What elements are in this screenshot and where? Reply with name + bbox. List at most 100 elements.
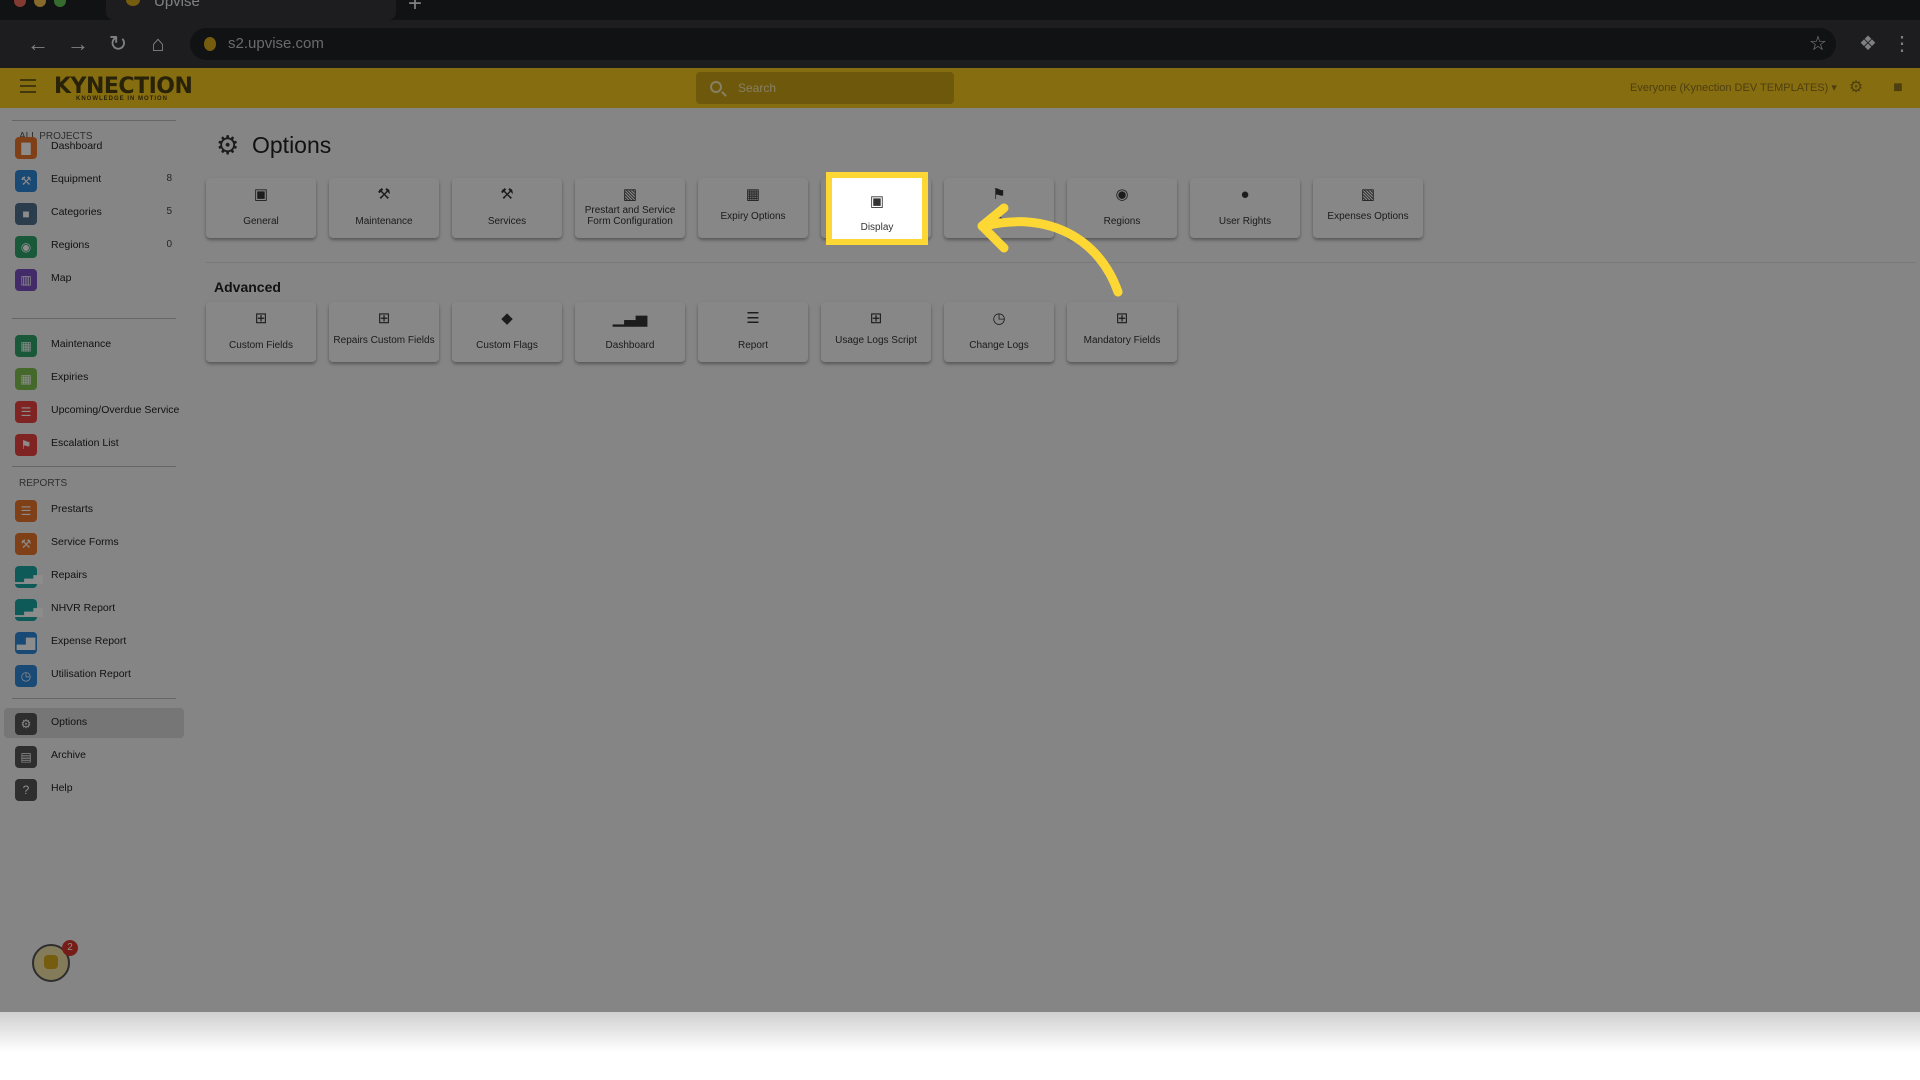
browser-tab-strip: Upvise + bbox=[0, 0, 1920, 20]
tile-label: Mandatory Fields bbox=[1083, 335, 1161, 346]
grid-icon: ⊞ bbox=[254, 310, 268, 327]
sidebar-item-label: Regions bbox=[51, 239, 90, 251]
option-tile-change-logs[interactable]: ◷ Change Logs bbox=[944, 302, 1054, 362]
window-maximize-button[interactable] bbox=[54, 0, 66, 7]
sidebar-item-escalation-list[interactable]: ⚑ Escalation List bbox=[4, 429, 184, 459]
sidebar-item-label: Help bbox=[51, 782, 73, 794]
option-tile-prestart-and-service-form-configuration[interactable]: ▧ Prestart and Service Form Configuration bbox=[575, 178, 685, 238]
sidebar-item-utilisation-report[interactable]: ◷ Utilisation Report bbox=[4, 660, 184, 690]
search-input[interactable]: Search bbox=[696, 72, 954, 104]
grid-icon: ⊞ bbox=[869, 310, 883, 327]
option-tile-custom-fields[interactable]: ⊞ Custom Fields bbox=[206, 302, 316, 362]
window-close-button[interactable] bbox=[14, 0, 26, 7]
site-info-icon[interactable] bbox=[204, 37, 216, 51]
sidebar-item-label: Utilisation Report bbox=[51, 668, 131, 680]
document-icon: ☰ bbox=[746, 310, 760, 327]
sidebar-item-count: 8 bbox=[166, 173, 172, 184]
option-tile-maintenance[interactable]: ⚒ Maintenance bbox=[329, 178, 439, 238]
sidebar-item-archive[interactable]: ▤ Archive bbox=[4, 741, 184, 771]
sidebar-item-upcoming-overdue-service[interactable]: ☰ Upcoming/Overdue Service bbox=[4, 396, 184, 426]
option-tile-expenses-options[interactable]: ▧ Expenses Options bbox=[1313, 178, 1423, 238]
sidebar-item-expiries[interactable]: ▦ Expiries bbox=[4, 363, 184, 393]
wrench-icon: ⚒ bbox=[15, 170, 37, 192]
sidebar-item-label: Categories bbox=[51, 206, 102, 218]
sidebar: ALL PROJECTS ▇ Dashboard ⚒ Equipment 8 ■ Categ… bbox=[0, 108, 186, 1012]
sidebar-item-label: Service Forms bbox=[51, 536, 119, 548]
search-icon bbox=[710, 81, 722, 93]
option-tile-dashboard[interactable]: ▁▃▅ Dashboard bbox=[575, 302, 685, 362]
sidebar-item-label: Repairs bbox=[51, 569, 88, 581]
guide-arrow-icon bbox=[977, 203, 1123, 297]
option-tile-general[interactable]: ▣ General bbox=[206, 178, 316, 238]
folder-icon: ■ bbox=[15, 203, 37, 225]
sidebar-item-label: Maintenance bbox=[51, 338, 112, 350]
option-tile-usage-logs-script[interactable]: ⊞ Usage Logs Script bbox=[821, 302, 931, 362]
sidebar-divider bbox=[12, 466, 176, 467]
chart-icon: ▁▃▅ bbox=[15, 599, 43, 621]
bookmark-star-icon[interactable]: ☆ bbox=[1802, 28, 1834, 60]
sidebar-item-prestarts[interactable]: ☰ Prestarts bbox=[4, 495, 184, 525]
sidebar-item-count: 0 bbox=[166, 239, 172, 250]
sidebar-divider bbox=[12, 318, 176, 319]
sidebar-item-help[interactable]: ? Help bbox=[4, 774, 184, 804]
tile-label: Change Logs bbox=[969, 340, 1029, 351]
tile-label: Display bbox=[860, 222, 894, 233]
sidebar-item-categories[interactable]: ■ Categories 5 bbox=[4, 198, 184, 228]
sidebar-item-dashboard[interactable]: ▇ Dashboard bbox=[4, 132, 184, 162]
extensions-puzzle-icon[interactable]: ❖ bbox=[1852, 28, 1884, 60]
option-tile-services[interactable]: ⚒ Services bbox=[452, 178, 562, 238]
highlighted-display-tile[interactable]: ▣ Display bbox=[826, 172, 928, 245]
option-tile-custom-flags[interactable]: ◆ Custom Flags bbox=[452, 302, 562, 362]
option-tile-expiry-options[interactable]: ▦ Expiry Options bbox=[698, 178, 808, 238]
sidebar-item-repairs[interactable]: ▁▃▅ Repairs bbox=[4, 561, 184, 591]
sidebar-item-label: Expense Report bbox=[51, 635, 127, 647]
user-account-icon[interactable]: ■ bbox=[1888, 78, 1908, 98]
tile-label: Expenses Options bbox=[1327, 211, 1409, 222]
search-placeholder: Search bbox=[738, 81, 777, 95]
sidebar-item-map[interactable]: ▥ Map bbox=[4, 264, 184, 294]
wrench-icon: ⚒ bbox=[15, 533, 37, 555]
option-tile-mandatory-fields[interactable]: ⊞ Mandatory Fields bbox=[1067, 302, 1177, 362]
sidebar-section-reports: REPORTS bbox=[19, 478, 68, 489]
address-bar[interactable]: s2.upvise.com bbox=[190, 28, 1836, 60]
sidebar-item-options[interactable]: ⚙ Options bbox=[4, 708, 184, 738]
help-assistant-button[interactable]: 2 bbox=[32, 940, 78, 982]
new-tab-button[interactable]: + bbox=[408, 0, 422, 18]
sidebar-item-label: Map bbox=[51, 272, 72, 284]
window-minimize-button[interactable] bbox=[34, 0, 46, 7]
tile-label: Custom Flags bbox=[476, 340, 538, 351]
sidebar-item-regions[interactable]: ◉ Regions 0 bbox=[4, 231, 184, 261]
logo-tagline: KNOWLEDGE IN MOTION bbox=[76, 96, 168, 102]
sidebar-item-service-forms[interactable]: ⚒ Service Forms bbox=[4, 528, 184, 558]
sidebar-item-maintenance[interactable]: ▦ Maintenance bbox=[4, 330, 184, 360]
back-arrow-icon[interactable]: ← bbox=[22, 28, 54, 60]
option-tile-user-rights[interactable]: ● User Rights bbox=[1190, 178, 1300, 238]
document-copy-icon: ▧ bbox=[622, 186, 638, 203]
sidebar-item-expense-report[interactable]: ▃▇ Expense Report bbox=[4, 627, 184, 657]
browser-menu-icon[interactable]: ⋮ bbox=[1886, 28, 1918, 60]
app-header: KYNECTION KNOWLEDGE IN MOTION Search Eve… bbox=[0, 68, 1920, 108]
option-tile-repairs-custom-fields[interactable]: ⊞ Repairs Custom Fields bbox=[329, 302, 439, 362]
window-shadow bbox=[0, 1012, 1920, 1080]
grid-icon: ⊞ bbox=[377, 310, 391, 327]
upvise-favicon-icon bbox=[126, 0, 140, 6]
tile-label: Expiry Options bbox=[720, 211, 786, 222]
sidebar-item-equipment[interactable]: ⚒ Equipment 8 bbox=[4, 165, 184, 195]
browser-tab[interactable]: Upvise bbox=[106, 0, 396, 20]
gear-icon: ⚙ bbox=[216, 130, 240, 160]
option-tile-report[interactable]: ☰ Report bbox=[698, 302, 808, 362]
hamburger-menu-icon[interactable] bbox=[20, 79, 36, 97]
sidebar-item-nhvr-report[interactable]: ▁▃▅ NHVR Report bbox=[4, 594, 184, 624]
browser-toolbar: ← → ↻ ⌂ s2.upvise.com ☆ ❖ ⋮ bbox=[0, 20, 1920, 68]
forward-arrow-icon[interactable]: → bbox=[62, 28, 94, 60]
tag-icon: ◆ bbox=[501, 310, 513, 327]
settings-gear-icon[interactable]: ⚙ bbox=[1846, 78, 1866, 98]
clock-icon: ◷ bbox=[15, 665, 37, 687]
grid-icon: ⊞ bbox=[1115, 310, 1129, 327]
workspace-selector[interactable]: Everyone (Kynection DEV TEMPLATES) ▾ bbox=[1630, 81, 1837, 94]
gear-icon: ⚙ bbox=[15, 713, 37, 735]
home-icon[interactable]: ⌂ bbox=[142, 28, 174, 60]
dashboard-chart-icon: ▇ bbox=[15, 137, 37, 159]
reload-icon[interactable]: ↻ bbox=[102, 28, 134, 60]
tile-label: Dashboard bbox=[605, 340, 655, 351]
